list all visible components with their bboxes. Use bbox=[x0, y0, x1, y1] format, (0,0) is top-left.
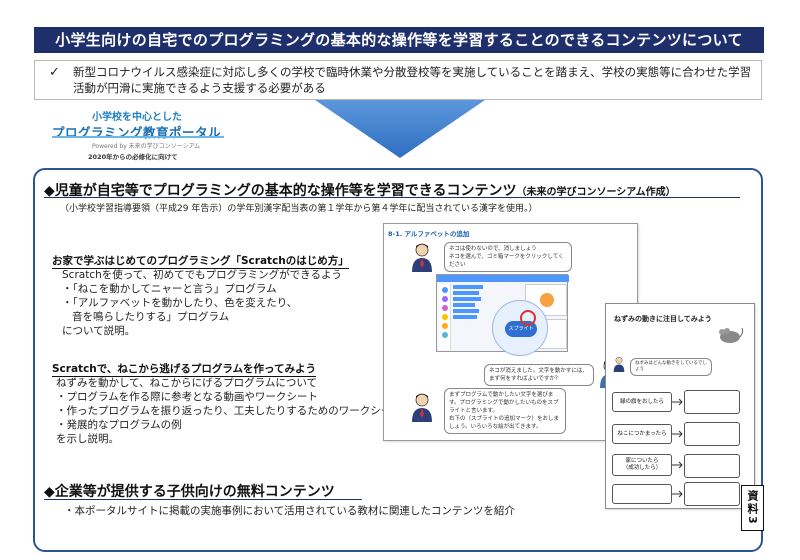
mouse-icon bbox=[719, 327, 744, 343]
intro-text: 新型コロナウイルス感染症に対応し多くの学校で臨時休業や分散登校等を実施しているこ… bbox=[73, 65, 752, 95]
scratch-escape-line: ねずみを動かして、ねこからにげるプログラムについて bbox=[56, 377, 318, 389]
scratch-intro-line: について説明。 bbox=[62, 325, 136, 337]
portal-logo: プログラミング教育ポータル bbox=[52, 125, 222, 140]
teacher-icon bbox=[613, 356, 625, 372]
speech-bubble: ネコが消えました。文字を動かすには、まず何をすればよいですか？ bbox=[484, 364, 594, 386]
answer-box bbox=[684, 422, 740, 446]
kanji-note: （小学校学習指導要領（平成29 年告示）の学年別漢字配当表の第１学年から第４学年… bbox=[60, 204, 538, 214]
condition-box bbox=[612, 484, 672, 504]
answer-box bbox=[684, 482, 740, 506]
scratch-intro-line: ・「アルファベットを動かしたり、色を変えたり、 bbox=[62, 297, 298, 309]
speech-bubble: まずプログラムで動かしたい文字を選びます。プログラミングで動かしたいものをスプラ… bbox=[444, 388, 566, 434]
scratch-tutorial-screenshot: 8-1. アルファベットの追加 ネコは使わないので、消しましょう ネコを選んで、… bbox=[383, 223, 638, 441]
zoom-circle: スプライト bbox=[492, 300, 548, 356]
tutorial-step-title: 8-1. アルファベットの追加 bbox=[388, 230, 470, 238]
logo-powered-by: Powered by 未来の学びコンソーシアム bbox=[92, 143, 201, 150]
scratch-intro-line: Scratchを使って、初めてでもプログラミングができるよう bbox=[62, 269, 342, 281]
scratch-escape-title: Scratchで、ねこから逃げるプログラムを作ってみよう bbox=[52, 363, 317, 377]
logo-underline bbox=[52, 136, 224, 138]
condition-box: 家についたら （成功したら） bbox=[612, 454, 672, 476]
answer-box bbox=[684, 390, 740, 414]
check-icon: ✓ bbox=[49, 65, 60, 80]
teacher-icon bbox=[412, 393, 432, 422]
speech-bubble: ネコは使わないので、消しましょう ネコを選んで、ゴミ箱マークをクリックしてくださ… bbox=[444, 242, 572, 272]
logo-year-text: 2020年からの必修化に向けて bbox=[88, 153, 178, 161]
answer-box bbox=[684, 454, 740, 478]
scratch-escape-line: ・プログラムを作る際に参考となる動画やワークシート bbox=[56, 391, 318, 403]
heading-underline bbox=[44, 197, 740, 198]
scratch-intro-line: 音を鳴らしたりする」プログラム bbox=[72, 311, 230, 323]
worksheet-screenshot: ねずみの動きに注目してみよう ねずみはどんな動きをしているでしょう 緑の旗をおし… bbox=[605, 303, 755, 509]
worksheet-prompt: ねずみはどんな動きをしているでしょう bbox=[630, 358, 712, 376]
arrow-connectors bbox=[672, 398, 683, 498]
heading-underline bbox=[44, 499, 362, 500]
scratch-intro-title: お家で学ぶはじめてのプログラミング「Scratchのはじめ方」 bbox=[52, 255, 349, 269]
teacher-icon bbox=[412, 243, 432, 272]
logo-tagline: 小学校を中心とした bbox=[92, 112, 182, 123]
scratch-escape-line: ・作ったプログラムを振り返ったり、工夫したりするためのワークシート bbox=[56, 405, 402, 417]
page-title: 小学生向けの自宅でのプログラミングの基本的な操作等を学習することのできるコンテン… bbox=[34, 27, 764, 53]
scratch-intro-line: ・「ねこを動かしてニャーと言う」プログラム bbox=[62, 283, 277, 295]
condition-box: ねこにつかまったら bbox=[612, 424, 672, 444]
scratch-escape-line: ・発展的なプログラムの例 bbox=[56, 419, 182, 431]
section-heading-free-content: ◆企業等が提供する子供向けの無料コンテンツ bbox=[44, 484, 335, 500]
document-number-badge: 資料3 bbox=[741, 485, 764, 531]
highlight-circle bbox=[520, 310, 536, 326]
down-arrow-icon bbox=[315, 100, 485, 158]
scratch-escape-line: を示し説明。 bbox=[56, 433, 119, 445]
worksheet-title: ねずみの動きに注目してみよう bbox=[614, 315, 712, 323]
free-content-bullet: ・本ポータルサイトに掲載の実施事例において活用されている教材に関連したコンテンツ… bbox=[64, 505, 515, 517]
intro-box: ✓ 新型コロナウイルス感染症に対応し多くの学校で臨時休業や分散登校等を実施してい… bbox=[34, 60, 762, 100]
condition-box: 緑の旗をおしたら bbox=[612, 392, 672, 412]
